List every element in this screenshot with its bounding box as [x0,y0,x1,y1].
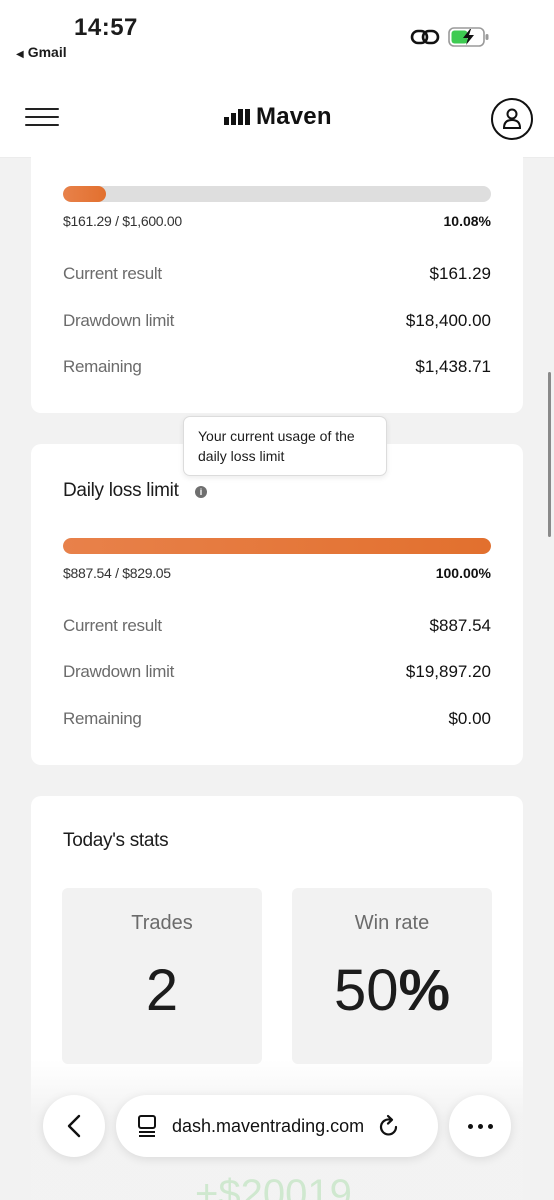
drawdown-limit-row: Drawdown limit $18,400.00 [63,311,491,331]
percent-sign: % [398,958,451,1023]
daily-loss-progress-bar [63,538,491,554]
reload-icon[interactable] [378,1114,400,1138]
page-icon [138,1115,156,1137]
max-loss-card: $161.29 / $1,600.00 10.08% Current resul… [31,140,523,413]
daily-loss-title: Daily loss limit [63,480,179,501]
max-loss-progress-fill [63,186,107,202]
clock: 14:57 [74,14,138,41]
win-rate-value: 50% [292,957,492,1024]
brand-logo[interactable]: Maven [224,103,332,131]
profile-button[interactable] [491,98,533,140]
current-result-row: Current result $161.29 [63,264,491,284]
back-triangle-icon: ◀ [16,49,24,60]
drawdown-limit-row: Drawdown limit $19,897.20 [63,662,491,682]
win-rate-label: Win rate [354,912,430,934]
daily-loss-tooltip: Your current usage of the daily loss lim… [183,416,387,476]
trades-label: Trades [131,912,193,934]
remaining-row: Remaining $1,438.71 [63,357,491,377]
row-value: $161.29 [429,264,491,283]
more-button[interactable] [449,1095,511,1157]
back-app-label: Gmail [27,44,67,60]
browser-back-button[interactable] [43,1095,105,1157]
max-loss-progress-label: $161.29 / $1,600.00 [63,213,182,229]
remaining-row: Remaining $0.00 [63,709,491,729]
row-value: $19,897.20 [405,662,491,681]
row-value: $887.54 [429,616,491,635]
row-label: Current result [63,264,162,283]
trades-value: 2 [145,958,179,1023]
bar-chart-icon [224,109,250,125]
row-label: Drawdown limit [63,311,175,330]
daily-loss-card: Daily loss limit i $887.54 / $829.05 100… [31,444,523,765]
brand-name: Maven [256,103,332,130]
max-loss-percent: 10.08% [443,213,491,229]
more-icon [467,1123,493,1129]
info-icon[interactable]: i [195,486,207,498]
daily-loss-percent: 100.00% [435,565,491,581]
status-bar: 14:57 ◀ Gmail [0,0,554,72]
stats-title: Today's stats [63,830,169,851]
daily-loss-progress-label: $887.54 / $829.05 [63,565,171,581]
row-value: $1,438.71 [415,357,491,376]
hotspot-link-icon [410,29,440,45]
user-icon [502,108,522,129]
partial-pnl-value: +$20019 [195,1172,352,1200]
trades-stat: Trades 2 [62,888,262,1064]
back-to-app-link[interactable]: ◀ Gmail [16,44,67,60]
row-label: Drawdown limit [63,662,175,681]
hamburger-icon[interactable] [25,108,59,128]
url-text: dash.maventrading.com [172,1115,365,1136]
max-loss-progress-bar [63,186,491,202]
scrollbar[interactable] [548,372,551,537]
address-bar[interactable]: dash.maventrading.com [116,1095,438,1157]
win-rate-stat: Win rate 50% [292,888,492,1064]
win-rate-number: 50 [333,958,399,1023]
row-label: Remaining [63,357,142,376]
row-label: Remaining [63,709,142,728]
row-label: Current result [63,616,162,635]
daily-loss-progress-fill [63,538,491,554]
battery-charging-icon [448,27,489,47]
current-result-row: Current result $887.54 [63,616,491,636]
row-value: $18,400.00 [405,311,491,330]
chevron-left-icon [67,1114,81,1138]
row-value: $0.00 [448,709,491,728]
